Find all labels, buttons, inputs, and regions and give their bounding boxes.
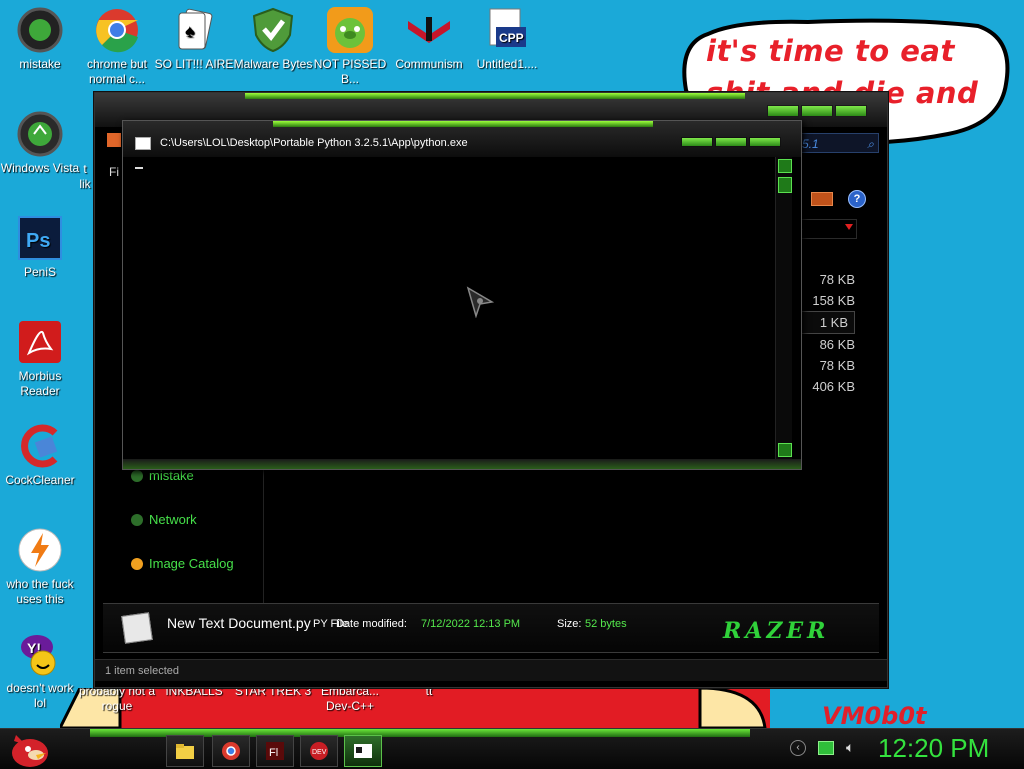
file-size: 86 KB — [819, 337, 855, 352]
taskbar-flash-button[interactable]: Fl — [256, 735, 294, 767]
mouse-pointer-icon — [466, 286, 494, 318]
taskbar-devcpp-button[interactable]: DEV — [300, 735, 338, 767]
help-icon[interactable]: ? — [848, 190, 866, 208]
file-size: 78 KB — [819, 358, 855, 373]
desktop-icon-photoshop[interactable]: Ps PeniS — [0, 214, 80, 280]
lightning-icon — [16, 526, 64, 574]
network-icon[interactable] — [818, 740, 834, 755]
nav-item-mistake[interactable]: mistake — [131, 468, 194, 483]
file-size: 406 KB — [812, 379, 855, 394]
desktop-icon-mistake[interactable]: mistake — [0, 6, 80, 72]
shield-icon — [249, 6, 297, 54]
file-size-selected[interactable]: 1 KB — [795, 311, 855, 334]
taskbar-explorer-button[interactable] — [166, 735, 204, 767]
python-file-icon — [121, 612, 153, 644]
console-output[interactable] — [131, 157, 779, 459]
pig-icon — [326, 6, 374, 54]
detail-modified-value: 7/12/2022 12:13 PM — [421, 618, 521, 630]
razer-logo: RAZER — [723, 618, 830, 644]
file-size-column: 78 KB 158 KB 1 KB 86 KB 78 KB 406 KB — [795, 269, 855, 397]
desktop-icon-malwarebytes[interactable]: Malware Bytes — [233, 6, 313, 72]
console-app-icon — [135, 137, 151, 150]
chrome-icon — [222, 742, 240, 760]
cpp-file-icon: CPP — [483, 6, 531, 54]
chevron-left-icon[interactable]: ‹ — [790, 739, 806, 756]
console-maximize-button[interactable] — [715, 137, 747, 147]
text-cursor — [135, 167, 143, 169]
taskbar-clock[interactable]: 12:20 PM — [878, 733, 989, 764]
details-pane: New Text Document.py PY File Date modifi… — [103, 603, 879, 653]
recycle-icon — [16, 110, 64, 158]
desktop-icon-angry-birds-pig[interactable]: NOT PISSED B... — [310, 6, 390, 87]
scroll-up-icon[interactable] — [778, 159, 792, 173]
svg-text:Ps: Ps — [26, 230, 50, 252]
folder-icon — [131, 469, 143, 482]
wallpaper-signature: VM0b0t — [822, 702, 927, 728]
desktop-icon-winamp[interactable]: who the fuck uses this — [0, 526, 80, 607]
console-minimize-button[interactable] — [681, 137, 713, 147]
desktop-icon-rogue[interactable]: probably not a rogue — [77, 684, 157, 714]
detail-modified-label: Date modified: — [336, 618, 407, 630]
nav-item-image-catalog[interactable]: Image Catalog — [131, 556, 234, 571]
search-icon[interactable]: ⌕ — [867, 134, 874, 154]
desktop-icon-cpp-file[interactable]: CPP Untitled1.... — [467, 6, 547, 72]
network-icon — [131, 513, 143, 526]
svg-text:Fl: Fl — [269, 747, 278, 759]
scroll-thumb[interactable] — [778, 177, 792, 193]
minimize-button[interactable] — [767, 105, 799, 117]
desktop-icon-adobe-reader[interactable]: Morbius Reader — [0, 318, 80, 399]
flash-icon: Fl — [266, 742, 284, 760]
detail-size-label: Size: — [557, 618, 582, 630]
taskbar-console-button[interactable] — [344, 735, 382, 767]
catalog-icon — [131, 557, 143, 570]
desktop-icon-windows-vista[interactable]: Windows Vista — [0, 110, 80, 176]
desktop-icon-solitaire[interactable]: ♠ SO LIT!!! AIRE — [154, 6, 234, 72]
start-button[interactable] — [6, 731, 56, 769]
detail-size-value: 52 bytes — [585, 618, 627, 630]
system-tray: ‹ 🔈︎ — [790, 739, 854, 756]
razer-icon — [16, 6, 64, 54]
console-icon — [354, 744, 372, 758]
console-scrollbar[interactable] — [775, 157, 792, 459]
maximize-button[interactable] — [801, 105, 833, 117]
svg-text:CPP: CPP — [499, 31, 524, 45]
console-bottom-border — [123, 459, 801, 469]
console-title: C:\Users\LOL\Desktop\Portable Python 3.2… — [160, 137, 468, 149]
detail-file-name: New Text Document.py — [167, 615, 311, 631]
console-window[interactable]: C:\Users\LOL\Desktop\Portable Python 3.2… — [122, 120, 802, 470]
scroll-down-icon[interactable] — [778, 443, 792, 457]
close-button[interactable] — [835, 105, 867, 117]
pdf-icon — [16, 318, 64, 366]
console-title-accent — [273, 121, 653, 127]
cards-icon: ♠ — [170, 6, 218, 54]
desktop-icon-chrome[interactable]: chrome but normal c... — [77, 6, 157, 87]
file-size: 78 KB — [819, 272, 855, 287]
explorer-title-accent — [245, 93, 745, 99]
ccleaner-icon — [16, 422, 64, 470]
taskbar: Fl DEV ‹ 🔈︎ 12:20 PM — [0, 728, 1024, 769]
desktop-icon-ccleaner[interactable]: CockCleaner — [0, 422, 80, 488]
toolbar-drive-icon[interactable] — [811, 192, 833, 206]
console-close-button[interactable] — [749, 137, 781, 147]
desktop-icon-dev-cpp[interactable]: Embarca... Dev-C++ — [310, 684, 390, 714]
file-size: 158 KB — [812, 293, 855, 308]
desktop-icon-yahoo-messenger[interactable]: Y! doesn't work lol — [0, 630, 80, 711]
svg-text:♠: ♠ — [185, 21, 195, 41]
yahoo-icon: Y! — [16, 630, 64, 678]
chevron-down-icon — [845, 224, 853, 230]
chrome-icon — [93, 6, 141, 54]
photoshop-icon: Ps — [16, 214, 64, 262]
devcpp-icon: DEV — [310, 742, 328, 760]
svg-text:DEV: DEV — [312, 749, 327, 756]
folder-icon — [176, 744, 194, 759]
nav-item-network[interactable]: Network — [131, 512, 197, 527]
view-dropdown[interactable]: e — [795, 219, 857, 239]
taskbar-chrome-button[interactable] — [212, 735, 250, 767]
status-bar: 1 item selected — [95, 659, 887, 681]
emblem-icon — [405, 6, 453, 54]
desktop-icon-communism[interactable]: Communism — [389, 6, 469, 72]
desktop: it's time to eat shit and die and chew V… — [0, 0, 1024, 728]
speaker-icon[interactable]: 🔈︎ — [846, 739, 854, 756]
